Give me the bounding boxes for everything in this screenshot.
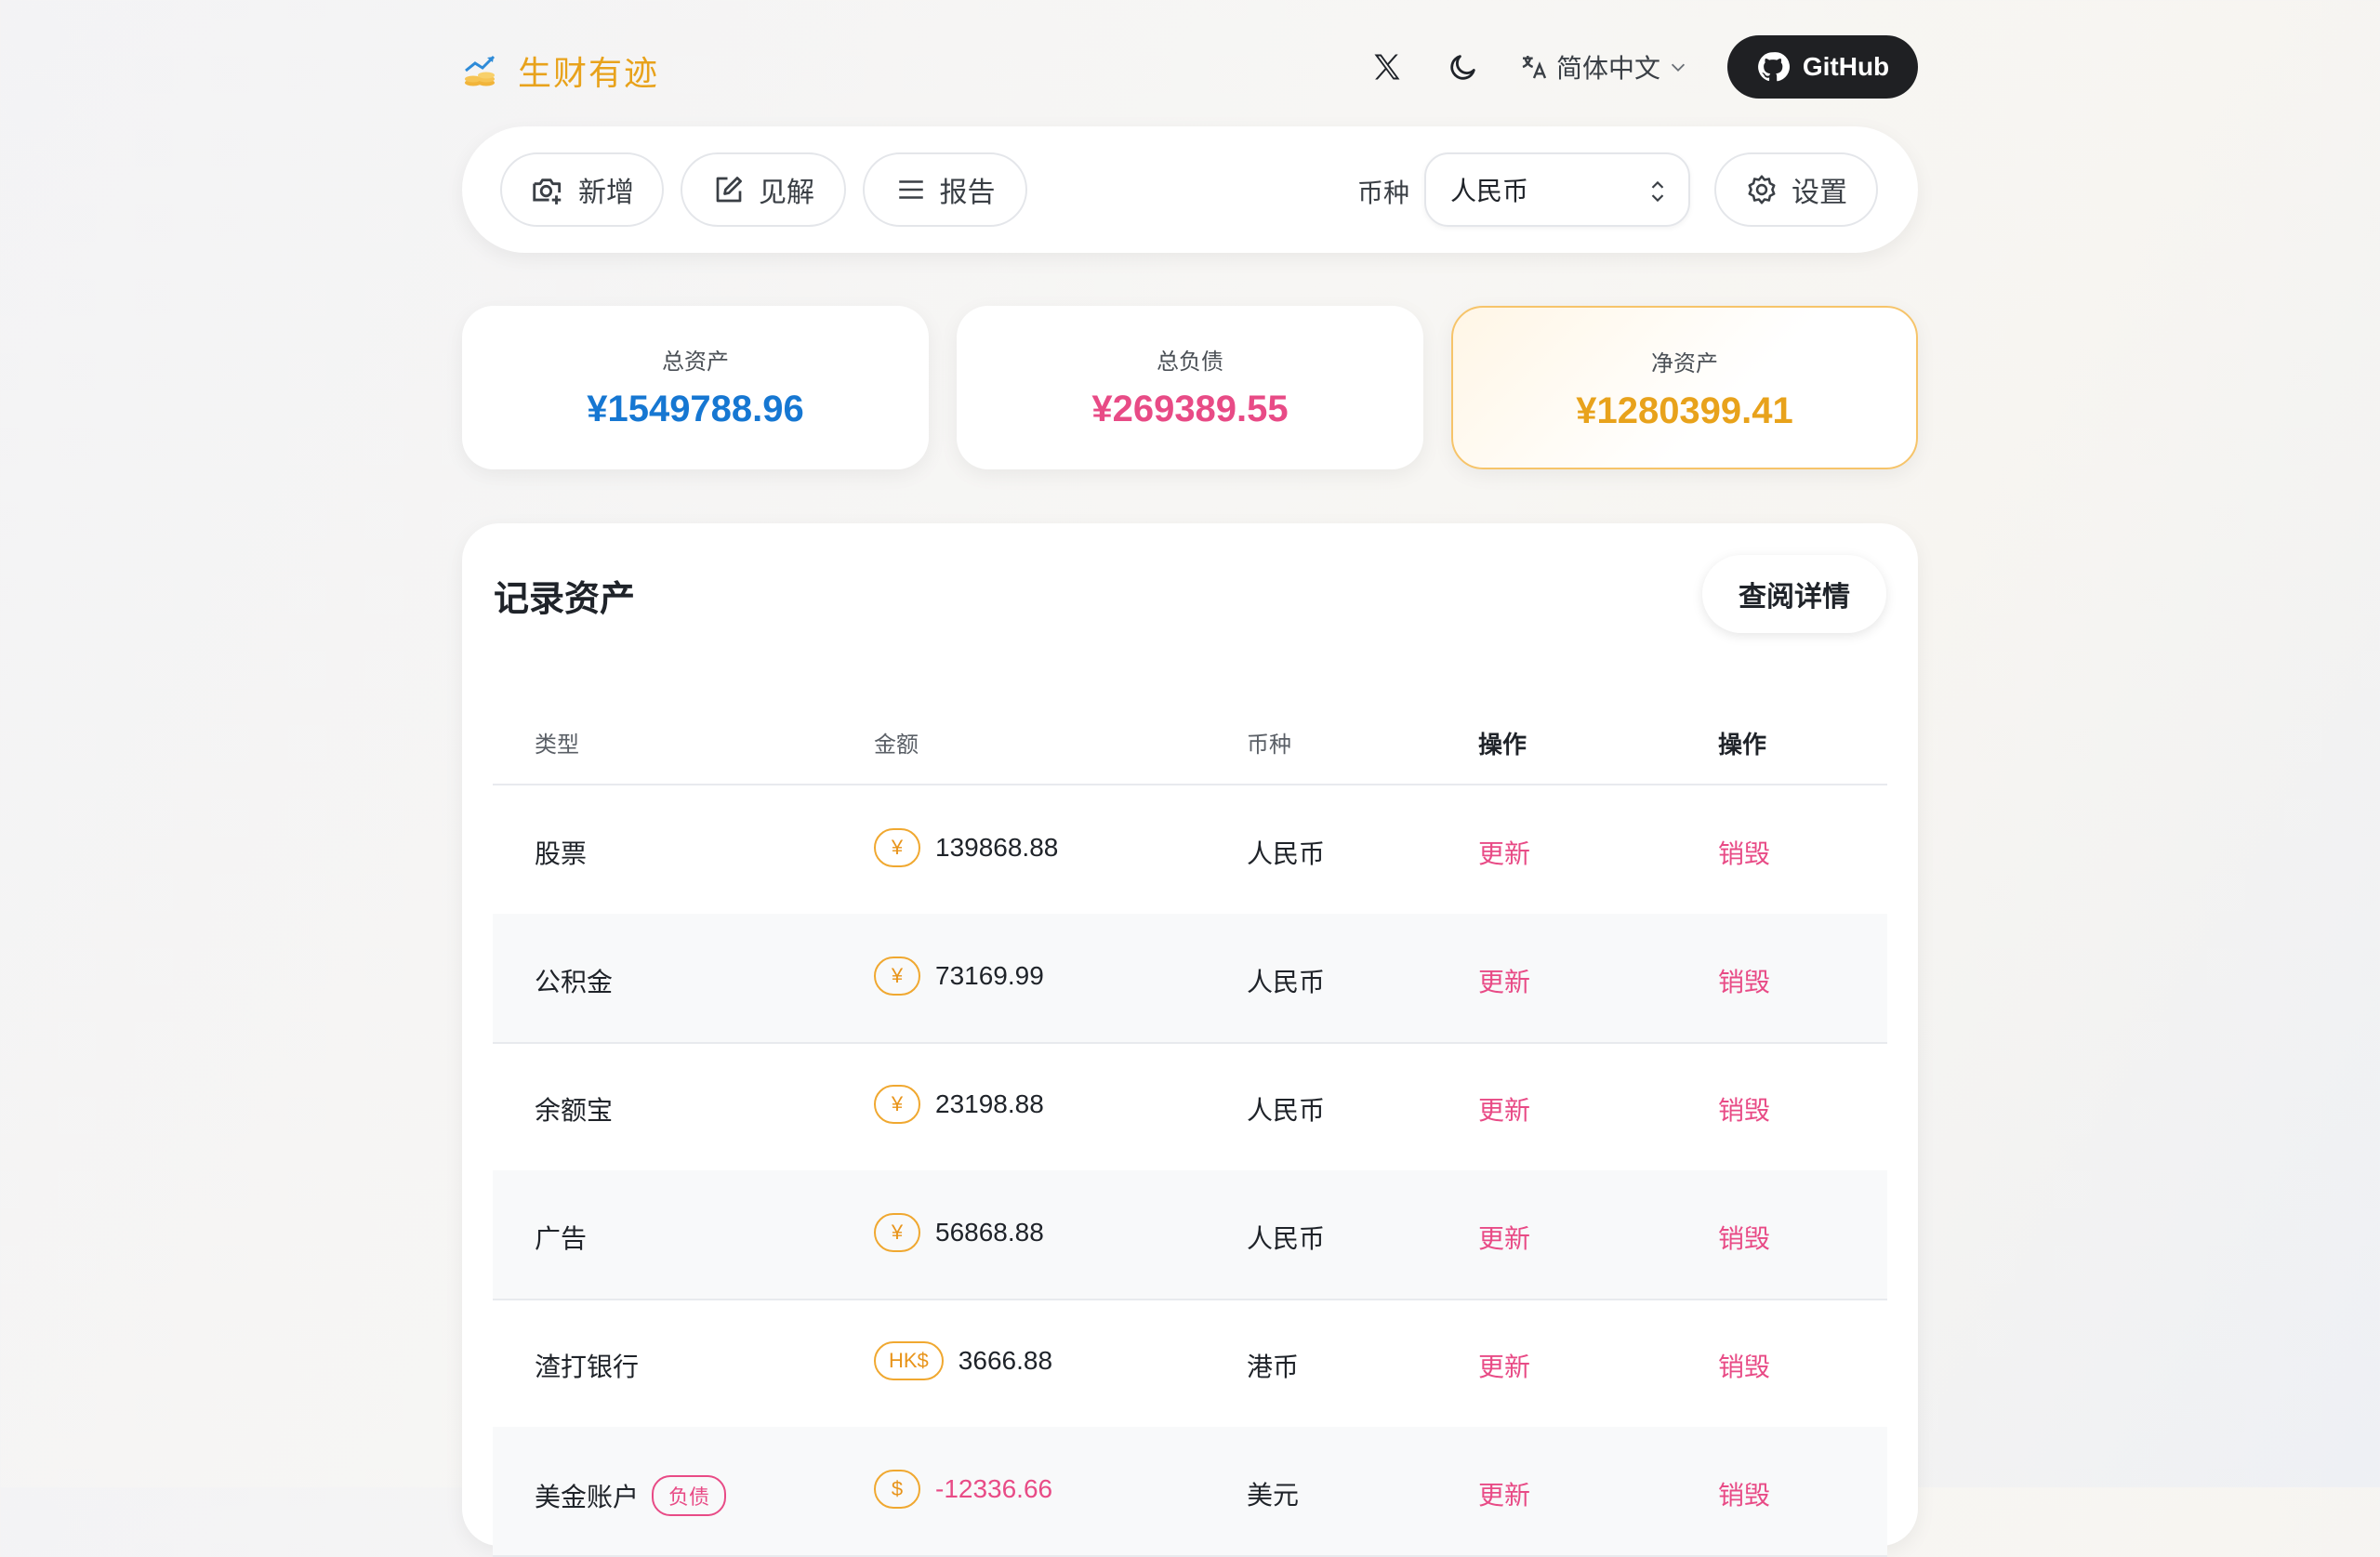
chevron-down-icon xyxy=(1671,63,1686,72)
amount-value: 139868.88 xyxy=(935,833,1059,862)
currency-symbol-badge: HK$ xyxy=(874,1341,944,1380)
row-amount: $ -12336.66 xyxy=(874,1470,1052,1509)
total-assets-card: 总资产 ¥1549788.96 xyxy=(462,306,929,469)
amount-value: 56868.88 xyxy=(935,1218,1044,1247)
table-header: 类型 金额 币种 操作 操作 xyxy=(493,691,1887,785)
amount-value: 23198.88 xyxy=(935,1089,1044,1118)
delete-link[interactable]: 销毁 xyxy=(1718,1219,1770,1256)
top-actions: 简体中文 GitHub xyxy=(1367,35,1918,99)
column-header-action-update: 操作 xyxy=(1478,731,1527,759)
moon-icon[interactable] xyxy=(1443,46,1484,87)
currency-label: 币种 xyxy=(1357,178,1410,207)
total-assets-value: ¥1549788.96 xyxy=(587,389,804,429)
total-liabilities-value: ¥269389.55 xyxy=(1091,389,1289,429)
insight-button[interactable]: 见解 xyxy=(681,152,846,227)
row-amount: ¥ 23198.88 xyxy=(874,1085,1044,1124)
total-liabilities-card: 总负债 ¥269389.55 xyxy=(957,306,1423,469)
currency-symbol-badge: ¥ xyxy=(874,1213,920,1252)
net-assets-value: ¥1280399.41 xyxy=(1576,390,1793,431)
report-label: 报告 xyxy=(939,178,996,208)
amount-value: -12336.66 xyxy=(935,1474,1053,1503)
settings-label: 设置 xyxy=(1792,178,1847,208)
row-amount: ¥ 56868.88 xyxy=(874,1213,1044,1252)
table-row: 公积金 ¥ 73169.99 人民币 更新 销毁 xyxy=(493,914,1887,1044)
row-amount: HK$ 3666.88 xyxy=(874,1341,1052,1380)
currency-symbol-badge: $ xyxy=(874,1470,920,1509)
action-toolbar: 新增 见解 报告 币种 人民币 设置 xyxy=(462,126,1918,253)
gear-icon xyxy=(1748,175,1776,205)
translate-icon xyxy=(1522,56,1547,79)
add-button[interactable]: 新增 xyxy=(500,152,664,227)
column-header-type: 类型 xyxy=(535,732,579,758)
github-icon xyxy=(1757,52,1790,82)
row-amount: ¥ 139868.88 xyxy=(874,828,1058,867)
menu-lines-icon xyxy=(898,180,923,199)
settings-button[interactable]: 设置 xyxy=(1714,152,1878,227)
camera-add-icon xyxy=(533,178,562,205)
row-currency: 人民币 xyxy=(1247,968,1326,996)
row-currency: 美元 xyxy=(1247,1481,1300,1510)
row-currency: 人民币 xyxy=(1247,1224,1326,1253)
update-link[interactable]: 更新 xyxy=(1478,1090,1530,1128)
assets-panel: 记录资产 查阅详情 类型 金额 币种 操作 操作 股票 ¥ 139868.88 … xyxy=(462,523,1918,1557)
language-selector[interactable]: 简体中文 xyxy=(1519,48,1696,86)
total-assets-label: 总资产 xyxy=(662,350,729,375)
liability-tag: 负债 xyxy=(652,1475,727,1516)
add-label: 新增 xyxy=(578,178,634,208)
table-row: 美金账户 负债 $ -12336.66 美元 更新 销毁 xyxy=(493,1427,1887,1557)
row-type: 广告 xyxy=(535,1224,588,1253)
currency-symbol-badge: ¥ xyxy=(874,828,920,867)
github-button[interactable]: GitHub xyxy=(1727,35,1918,99)
table-row: 广告 ¥ 56868.88 人民币 更新 销毁 xyxy=(493,1170,1887,1300)
amount-value: 3666.88 xyxy=(958,1346,1053,1375)
top-bar: 生财有迹 简体中文 GitHub xyxy=(462,28,1918,106)
github-label: GitHub xyxy=(1802,52,1890,81)
update-link[interactable]: 更新 xyxy=(1478,962,1530,999)
row-type-label: 美金账户 xyxy=(535,1483,640,1511)
update-link[interactable]: 更新 xyxy=(1478,834,1530,871)
updown-chevron-icon xyxy=(1651,180,1664,203)
row-currency: 港币 xyxy=(1247,1352,1300,1381)
row-type: 美金账户 负债 xyxy=(535,1475,727,1516)
update-link[interactable]: 更新 xyxy=(1478,1475,1530,1512)
delete-link[interactable]: 销毁 xyxy=(1718,1347,1770,1384)
currency-symbol-badge: ¥ xyxy=(874,1085,920,1124)
update-link[interactable]: 更新 xyxy=(1478,1219,1530,1256)
row-type: 股票 xyxy=(535,839,588,868)
row-type: 余额宝 xyxy=(535,1096,614,1125)
delete-link[interactable]: 销毁 xyxy=(1718,1475,1770,1512)
table-row: 余额宝 ¥ 23198.88 人民币 更新 销毁 xyxy=(493,1042,1887,1172)
insight-label: 见解 xyxy=(759,178,814,208)
report-button[interactable]: 报告 xyxy=(863,152,1027,227)
row-type: 渣打银行 xyxy=(535,1352,640,1381)
edit-icon xyxy=(716,177,742,203)
table-row: 渣打银行 HK$ 3666.88 港币 更新 销毁 xyxy=(493,1299,1887,1429)
net-assets-label: 净资产 xyxy=(1651,351,1718,376)
panel-title: 记录资产 xyxy=(494,580,636,619)
delete-link[interactable]: 销毁 xyxy=(1718,1090,1770,1128)
app-title: 生财有迹 xyxy=(518,55,660,93)
x-logo-icon[interactable] xyxy=(1367,46,1408,87)
column-header-amount: 金额 xyxy=(874,732,919,758)
row-currency: 人民币 xyxy=(1247,1096,1326,1125)
net-assets-card: 净资产 ¥1280399.41 xyxy=(1451,306,1918,469)
table-row: 股票 ¥ 139868.88 人民币 更新 销毁 xyxy=(493,785,1887,916)
update-link[interactable]: 更新 xyxy=(1478,1347,1530,1384)
delete-link[interactable]: 销毁 xyxy=(1718,834,1770,871)
column-header-currency: 币种 xyxy=(1247,732,1291,758)
currency-symbol-badge: ¥ xyxy=(874,957,920,996)
amount-value: 73169.99 xyxy=(935,961,1044,990)
brand[interactable]: 生财有迹 xyxy=(462,46,659,95)
row-amount: ¥ 73169.99 xyxy=(874,957,1044,996)
currency-select[interactable]: 人民币 xyxy=(1424,152,1690,227)
delete-link[interactable]: 销毁 xyxy=(1718,962,1770,999)
chart-coins-logo-icon xyxy=(465,55,496,86)
total-liabilities-label: 总负债 xyxy=(1157,350,1223,375)
currency-value: 人民币 xyxy=(1450,177,1529,205)
view-details-button[interactable]: 查阅详情 xyxy=(1702,555,1886,633)
row-type: 公积金 xyxy=(535,968,614,996)
column-header-action-delete: 操作 xyxy=(1718,731,1767,759)
language-label: 简体中文 xyxy=(1555,54,1660,83)
row-currency: 人民币 xyxy=(1247,839,1326,868)
